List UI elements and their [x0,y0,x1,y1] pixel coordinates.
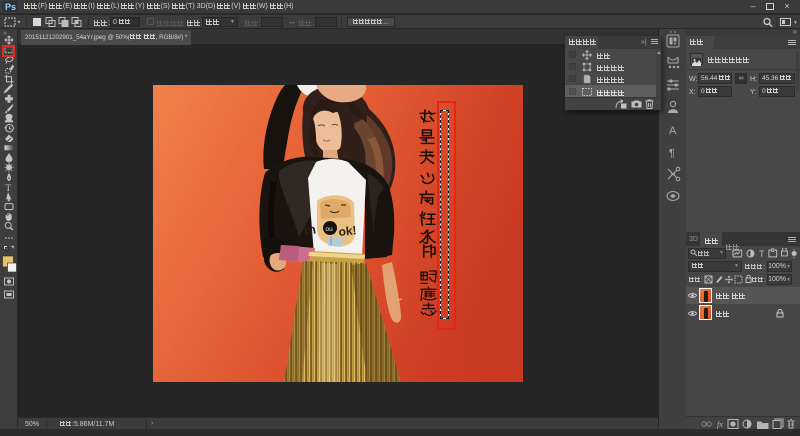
svg-text:ok!: ok! [338,223,357,239]
svg-text:ou: ou [326,226,334,233]
svg-text:A: A [669,125,677,137]
svg-text:m: m [303,222,317,238]
svg-text:T: T [759,249,765,259]
svg-text:»: » [3,30,7,37]
svg-text:T: T [6,183,12,193]
svg-text:¶: ¶ [669,148,675,160]
svg-text:fx: fx [717,420,723,429]
